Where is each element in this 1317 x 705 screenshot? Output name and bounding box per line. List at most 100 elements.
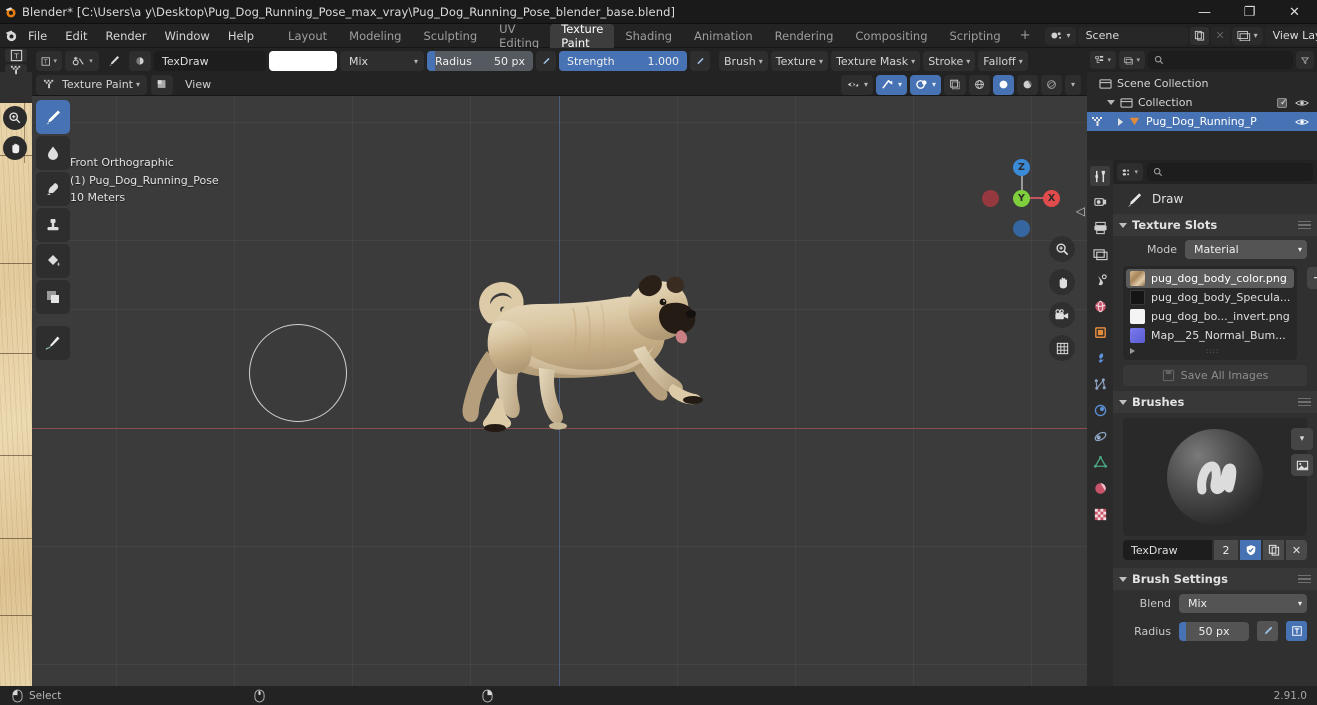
menu-stroke[interactable]: Stroke ▾ <box>923 51 976 71</box>
menu-brush[interactable]: Brush ▾ <box>719 51 768 71</box>
menu-edit[interactable]: Edit <box>56 27 96 45</box>
outliner-row-collection[interactable]: Collection ✓ <box>1087 93 1317 112</box>
object-properties-tab[interactable] <box>1090 322 1110 342</box>
properties-editor-type-icon[interactable]: ▾ <box>1117 163 1143 181</box>
object-data-properties-tab[interactable] <box>1090 452 1110 472</box>
shading-options-chevron-icon[interactable]: ▾ <box>1065 74 1081 95</box>
menu-texture-mask[interactable]: Texture Mask ▾ <box>831 51 921 71</box>
new-scene-icon[interactable] <box>1189 26 1209 45</box>
properties-search-input[interactable] <box>1147 163 1313 181</box>
texture-paint-mode-icon[interactable] <box>5 64 27 77</box>
particle-properties-tab[interactable] <box>1090 374 1110 394</box>
brush-icon[interactable] <box>102 51 126 71</box>
brush-color-swatch[interactable] <box>269 51 337 71</box>
outliner-row-scene-collection[interactable]: Scene Collection <box>1087 74 1317 93</box>
brush-preview[interactable] <box>1123 418 1307 536</box>
physics-properties-tab[interactable] <box>1090 400 1110 420</box>
view-layer-name-field[interactable]: View Layer <box>1264 26 1317 45</box>
radius-unit-icon[interactable] <box>1286 621 1307 641</box>
tab-texture-paint[interactable]: Texture Paint <box>550 22 615 50</box>
mask-tool-button[interactable] <box>36 280 70 314</box>
expand-triangle-icon[interactable] <box>1118 117 1123 126</box>
editor-type-icon[interactable]: T ▾ <box>36 51 62 71</box>
tab-rendering[interactable]: Rendering <box>764 24 845 48</box>
scene-browse-icon[interactable]: ▾ <box>1044 26 1076 45</box>
brush-preset-chevron-icon[interactable]: ▾ <box>1291 428 1313 450</box>
menu-falloff[interactable]: Falloff ▾ <box>978 51 1028 71</box>
mode-dropdown[interactable]: Material ▾ <box>1185 240 1307 259</box>
xray-toggle-icon[interactable] <box>944 74 966 95</box>
blender-menu-icon[interactable] <box>4 28 19 43</box>
scene-properties-tab[interactable] <box>1090 270 1110 290</box>
modifier-properties-tab[interactable] <box>1090 348 1110 368</box>
outliner-row-pug-dog-object[interactable]: Pug_Dog_Running_P <box>1087 112 1317 131</box>
tab-scripting[interactable]: Scripting <box>939 24 1012 48</box>
gizmo-toggle-icon[interactable]: ▾ <box>875 74 907 95</box>
radius-pressure-icon[interactable] <box>536 51 556 71</box>
scene-name-field[interactable]: Scene <box>1077 26 1188 45</box>
navigation-gizmo[interactable]: Z Y X <box>981 156 1063 238</box>
texture-slot-item[interactable]: pug_dog_body_color.png <box>1126 269 1295 288</box>
save-all-images-button[interactable]: Save All Images <box>1123 365 1307 386</box>
tab-layout[interactable]: Layout <box>277 24 338 48</box>
brush-users-count[interactable]: 2 <box>1214 540 1238 560</box>
overlays-toggle-icon[interactable]: ▾ <box>909 74 941 95</box>
slot-list-expand-icon[interactable] <box>1130 348 1135 354</box>
shading-material-icon[interactable] <box>1017 74 1038 95</box>
tool-properties-tab[interactable] <box>1090 166 1110 186</box>
constraint-properties-tab[interactable] <box>1090 426 1110 446</box>
brush-settings-panel-header[interactable]: Brush Settings <box>1113 568 1317 590</box>
outliner-filter-icon[interactable] <box>1296 51 1314 69</box>
collection-checkbox[interactable]: ✓ <box>1277 97 1288 108</box>
tab-compositing[interactable]: Compositing <box>844 24 938 48</box>
blend-dropdown[interactable]: Mix ▾ <box>1179 594 1307 613</box>
tab-uv-editing[interactable]: UV Editing <box>488 22 550 50</box>
output-properties-tab[interactable] <box>1090 218 1110 238</box>
slot-list-resize-grip[interactable]: :::: <box>1206 347 1219 355</box>
fill-tool-button[interactable] <box>36 244 70 278</box>
toggle-ortho-perspective-icon[interactable] <box>1049 335 1075 361</box>
radius-value-slider[interactable]: 50 px <box>1179 621 1249 641</box>
brushes-panel-header[interactable]: Brushes <box>1113 391 1317 413</box>
draw-tool-button[interactable] <box>36 100 70 134</box>
strength-slider[interactable]: Strength 1.000 <box>559 51 687 71</box>
expand-triangle-icon[interactable] <box>1107 100 1115 105</box>
brush-data-icon[interactable] <box>129 51 151 71</box>
texture-slot-item[interactable]: pug_dog_bo..._invert.png <box>1126 307 1294 326</box>
annotate-tool-button[interactable] <box>36 326 70 360</box>
shading-rendered-icon[interactable] <box>1041 74 1062 95</box>
clone-tool-button[interactable] <box>36 208 70 242</box>
shading-solid-icon[interactable] <box>993 74 1014 95</box>
brush-name-field[interactable]: TexDraw <box>1123 540 1212 560</box>
image-editor-pan-icon[interactable] <box>3 136 27 160</box>
viewport-menu-view[interactable]: View <box>177 76 219 93</box>
add-texture-slot-button[interactable]: + <box>1307 267 1317 289</box>
texture-properties-tab[interactable] <box>1090 504 1110 524</box>
brush-preview-image-icon[interactable] <box>1291 454 1313 476</box>
material-properties-tab[interactable] <box>1090 478 1110 498</box>
render-properties-tab[interactable] <box>1090 192 1110 212</box>
add-workspace-button[interactable]: + <box>1012 28 1039 43</box>
zoom-view-icon[interactable] <box>1049 236 1075 262</box>
image-editor-type-icon[interactable]: T <box>5 49 27 62</box>
unlink-scene-icon[interactable]: ✕ <box>1210 26 1230 45</box>
menu-texture[interactable]: Texture ▾ <box>770 51 829 71</box>
duplicate-brush-icon[interactable] <box>1263 540 1284 560</box>
mode-selector[interactable]: Texture Paint ▾ <box>36 74 147 95</box>
menu-help[interactable]: Help <box>219 27 263 45</box>
tab-sculpting[interactable]: Sculpting <box>412 24 488 48</box>
menu-file[interactable]: File <box>19 27 56 45</box>
texture-slot-item[interactable]: pug_dog_body_Specula... <box>1126 288 1294 307</box>
brush-preset-icon[interactable]: ▾ <box>65 51 99 71</box>
shading-wireframe-icon[interactable] <box>969 74 990 95</box>
view-layer-properties-tab[interactable] <box>1090 244 1110 264</box>
blend-mode-dropdown[interactable]: Mix ▾ <box>340 51 424 71</box>
fake-user-shield-icon[interactable] <box>1240 540 1261 560</box>
maximize-button[interactable]: ❐ <box>1227 0 1272 24</box>
tab-animation[interactable]: Animation <box>683 24 764 48</box>
radius-pressure-icon[interactable] <box>1257 621 1278 641</box>
texture-slots-panel-header[interactable]: Texture Slots <box>1113 214 1317 236</box>
outliner-search-input[interactable] <box>1148 51 1293 69</box>
outliner-display-mode-icon[interactable]: ▾ <box>1119 51 1145 69</box>
image-editor-canvas[interactable] <box>0 103 32 686</box>
